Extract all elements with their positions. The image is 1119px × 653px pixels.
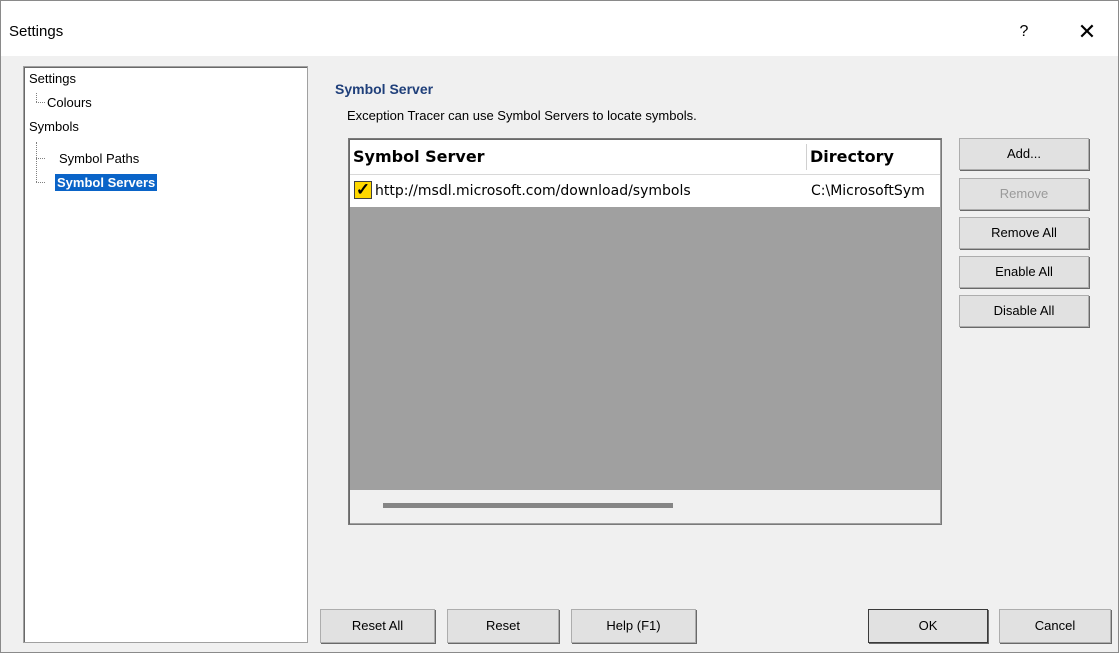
panel-title: Symbol Server — [335, 81, 434, 97]
enabled-checkbox[interactable]: ✓ — [354, 181, 372, 199]
settings-dialog: Settings ? ✕ Settings Colours Symbols Sy… — [0, 0, 1119, 653]
tree-item-symbol-servers[interactable]: Symbol Servers — [55, 174, 158, 191]
tree-connector — [36, 142, 37, 182]
remove-all-button[interactable]: Remove All — [959, 217, 1089, 249]
table-row[interactable]: ✓ http://msdl.microsoft.com/download/sym… — [350, 175, 940, 207]
tree-connector — [36, 182, 45, 183]
settings-tree[interactable]: Settings Colours Symbols Symbol Paths Sy… — [23, 66, 308, 643]
panel-description: Exception Tracer can use Symbol Servers … — [347, 108, 697, 123]
server-url-cell: http://msdl.microsoft.com/download/symbo… — [375, 183, 691, 199]
column-header-directory[interactable]: Directory — [807, 140, 940, 174]
column-header-symbol-server[interactable]: Symbol Server — [350, 140, 806, 174]
tree-item-settings[interactable]: Settings — [27, 70, 78, 87]
add-button[interactable]: Add... — [959, 138, 1089, 170]
list-header: Symbol Server Directory — [350, 140, 940, 175]
help-icon[interactable]: ? — [1004, 17, 1044, 47]
symbol-servers-list[interactable]: Symbol Server Directory ✓ http://msdl.mi… — [348, 138, 942, 525]
cancel-button[interactable]: Cancel — [999, 609, 1111, 643]
tree-item-symbols[interactable]: Symbols — [27, 118, 81, 135]
horizontal-scrollbar[interactable] — [350, 490, 940, 523]
help-button[interactable]: Help (F1) — [571, 609, 696, 643]
tree-item-colours[interactable]: Colours — [45, 94, 94, 111]
title-bar: Settings ? ✕ — [1, 1, 1118, 56]
tree-connector — [36, 102, 45, 103]
disable-all-button[interactable]: Disable All — [959, 295, 1089, 327]
dialog-body: Settings Colours Symbols Symbol Paths Sy… — [1, 56, 1118, 652]
tree-connector — [36, 93, 37, 102]
tree-item-symbol-paths[interactable]: Symbol Paths — [57, 150, 141, 167]
window-title: Settings — [9, 23, 64, 40]
reset-button[interactable]: Reset — [447, 609, 559, 643]
enable-all-button[interactable]: Enable All — [959, 256, 1089, 288]
directory-cell: C:\MicrosoftSym — [811, 183, 925, 199]
close-icon[interactable]: ✕ — [1067, 17, 1107, 47]
ok-button[interactable]: OK — [868, 609, 988, 643]
tree-connector — [36, 158, 45, 159]
reset-all-button[interactable]: Reset All — [320, 609, 435, 643]
remove-button[interactable]: Remove — [959, 178, 1089, 210]
scrollbar-thumb[interactable] — [383, 503, 673, 508]
